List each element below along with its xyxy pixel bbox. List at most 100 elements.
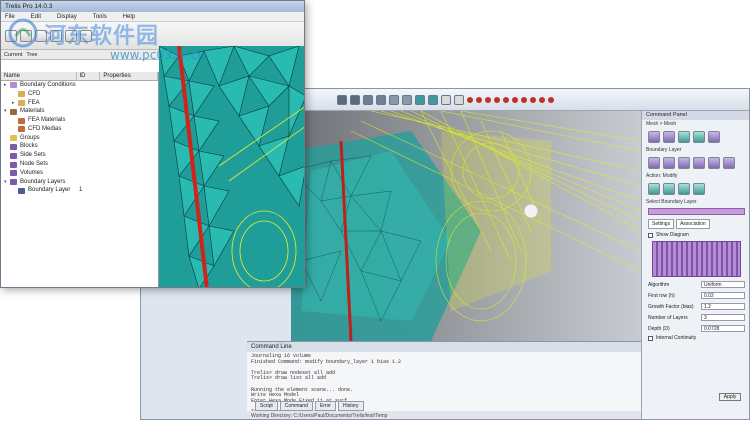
algorithm-select[interactable]: Uniform — [701, 281, 745, 288]
watermark-text: 河东软件园 — [44, 24, 160, 49]
render-mode-icon[interactable] — [521, 96, 527, 103]
list-icon[interactable] — [693, 183, 705, 195]
tree-item[interactable]: Side Sets — [1, 151, 158, 160]
mesh-mode-icon[interactable] — [663, 131, 675, 143]
command-panel: Command Panel Mesh > Mesh Boundary Layer… — [641, 111, 749, 419]
tree-item[interactable]: Blocks — [1, 143, 158, 152]
tree-item-label: FEA Materials — [28, 117, 66, 124]
tree-item[interactable]: CFD — [1, 90, 158, 99]
toolbar-button[interactable] — [337, 94, 347, 105]
tree-node-icon — [18, 99, 25, 106]
create-icon[interactable] — [648, 183, 660, 195]
tree-node-icon — [10, 161, 17, 168]
tab-current[interactable]: Current — [4, 50, 22, 59]
select-label: Select Boundary Layer — [646, 199, 697, 205]
layers-input[interactable]: 3 — [701, 314, 745, 321]
tree-item-label: Groups — [20, 134, 40, 141]
tree-item-label: Blocks — [20, 143, 38, 150]
apply-button[interactable]: Apply — [719, 393, 741, 401]
tree-node-icon — [10, 143, 17, 150]
tab-tree[interactable]: Tree — [26, 50, 37, 59]
vertex-icon[interactable] — [693, 157, 705, 169]
command-line-panel: Command Line Journaling 16 volume Finishe… — [247, 341, 641, 419]
growth-input[interactable]: 1.2 — [701, 303, 745, 310]
boundary-condition-icon[interactable] — [678, 131, 690, 143]
geometry-mode-icon[interactable] — [648, 131, 660, 143]
show-diagram-checkbox[interactable]: Show Diagram — [642, 231, 749, 239]
algorithm-row: Algorithm Uniform — [642, 279, 749, 290]
layer-icon[interactable] — [708, 157, 720, 169]
tree-node-icon — [18, 187, 25, 194]
render-mode-icon[interactable] — [503, 96, 509, 103]
first-row-label: First row (h) — [648, 292, 675, 299]
tree-item-label: CFD — [28, 90, 41, 97]
render-mode-icon[interactable] — [539, 96, 545, 103]
tree-node-icon — [10, 170, 17, 177]
toolbar-button[interactable] — [428, 94, 438, 105]
tab-association[interactable]: Association — [676, 219, 710, 229]
volume-icon[interactable] — [648, 157, 660, 169]
modify-icon[interactable] — [663, 183, 675, 195]
tree-body: ▸ Boundary Conditions CFD ▸ FEA ▾ Materials FEA… — [1, 81, 158, 195]
render-mode-icon[interactable] — [512, 96, 518, 103]
tree-item[interactable]: ▸ FEA — [1, 99, 158, 108]
tree-item[interactable]: ▸ Boundary Conditions — [1, 81, 158, 90]
command-line-title: Command Line — [247, 342, 641, 352]
toolbar-button[interactable] — [441, 94, 451, 105]
toolbar-button[interactable] — [376, 94, 386, 105]
render-mode-icon[interactable] — [530, 96, 536, 103]
render-mode-icon[interactable] — [494, 96, 500, 103]
mesh-viewport[interactable] — [159, 46, 304, 287]
tab-history[interactable]: History — [337, 401, 364, 411]
tree-item[interactable]: ▾ Materials — [1, 107, 158, 116]
mesh-wireframe — [291, 111, 641, 341]
entity-icons — [642, 154, 749, 172]
tree-item[interactable]: Boundary Layer 1 — [1, 187, 158, 196]
render-mode-icon[interactable] — [548, 96, 554, 103]
status-bar: Working Directory: C:/Users/Paul/Documen… — [247, 411, 641, 419]
graphics-viewport[interactable] — [291, 111, 641, 341]
column-header[interactable]: Properties — [100, 72, 158, 80]
tab-settings[interactable]: Settings — [648, 219, 675, 229]
render-mode-icon[interactable] — [485, 96, 491, 103]
toolbar-button[interactable] — [402, 94, 412, 105]
tree-item[interactable]: Node Sets — [1, 160, 158, 169]
tree-node-icon — [18, 117, 25, 124]
tree-item-label: Boundary Conditions — [20, 81, 76, 88]
tree-item-label: Volumes — [20, 169, 44, 176]
selected-boundary-layer[interactable] — [648, 208, 745, 215]
tree-item[interactable]: Groups — [1, 134, 158, 143]
tools-icon[interactable] — [708, 131, 720, 143]
surface-icon[interactable] — [663, 157, 675, 169]
tab-script[interactable]: Script — [255, 401, 278, 411]
first-row-input[interactable]: 0.02 — [701, 292, 745, 299]
watermark-url: www.pc0359.cn — [110, 48, 205, 62]
render-mode-icon[interactable] — [467, 96, 473, 103]
column-header[interactable]: Name — [1, 72, 77, 80]
toolbar-button[interactable] — [415, 94, 425, 105]
toolbar-button[interactable] — [389, 94, 399, 105]
tree-item[interactable]: Volumes — [1, 169, 158, 178]
tab-error[interactable]: Error — [314, 401, 336, 411]
mesh-icon[interactable] — [723, 157, 735, 169]
tree-item[interactable]: ▾ Boundary Layers — [1, 178, 158, 187]
curve-icon[interactable] — [678, 157, 690, 169]
window-title: Trelis Pro 14.0.3 — [1, 1, 304, 12]
toolbar-button[interactable] — [363, 94, 373, 105]
depth-input[interactable]: 0.0728 — [701, 325, 745, 332]
toolbar-button[interactable] — [350, 94, 360, 105]
column-header[interactable]: ID — [77, 72, 101, 80]
tab-command[interactable]: Command — [279, 401, 313, 411]
first-row-row: First row (h) 0.02 — [642, 290, 749, 301]
layers-label: Number of Layers — [648, 314, 688, 321]
toolbar-button[interactable] — [454, 94, 464, 105]
render-mode-icon[interactable] — [476, 96, 482, 103]
layers-row: Number of Layers 3 — [642, 312, 749, 323]
delete-icon[interactable] — [678, 183, 690, 195]
tree-item[interactable]: CFD Medias — [1, 125, 158, 134]
show-diagram-label: Show Diagram — [656, 232, 689, 238]
analysis-icon[interactable] — [693, 131, 705, 143]
internal-continuity-checkbox[interactable]: Internal Continuity — [642, 334, 749, 342]
tree-node-icon — [18, 126, 25, 133]
tree-item[interactable]: FEA Materials — [1, 116, 158, 125]
